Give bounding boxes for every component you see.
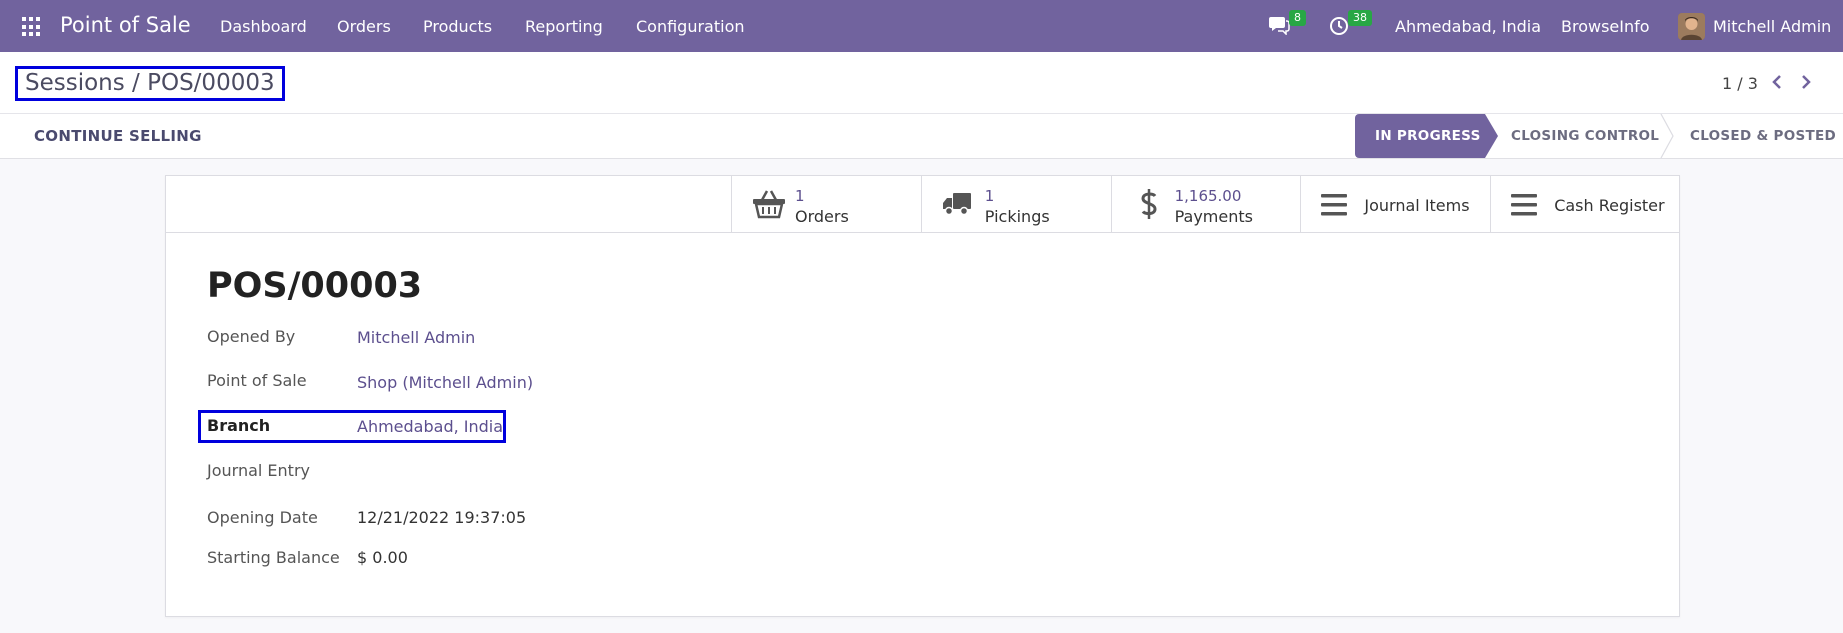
pickings-smart-button[interactable]: 1 Pickings [920,175,1111,233]
continue-selling-button[interactable]: CONTINUE SELLING [34,127,202,145]
stage-in-progress[interactable]: IN PROGRESS [1355,114,1498,158]
divider [165,232,731,233]
orders-label: Orders [795,207,849,226]
payments-smart-button[interactable]: 1,165.00 Payments [1110,175,1301,233]
cash-register-smart-button[interactable]: Cash Register [1490,175,1680,233]
opening-date-label: Opening Date [207,508,318,527]
dollar-icon [1140,188,1158,224]
cash-register-label: Cash Register [1554,196,1665,215]
opening-date-value: 12/21/2022 19:37:05 [357,508,527,527]
journal-items-label: Journal Items [1364,196,1470,215]
menu-products[interactable]: Products [423,17,492,36]
truck-icon [942,191,972,221]
record-title: POS/00003 [207,266,423,306]
basket-icon [752,189,786,223]
company-switcher[interactable]: BrowseInfo [1561,17,1650,36]
menu-configuration[interactable]: Configuration [636,17,745,36]
top-navbar: Point of Sale Dashboard Orders Products … [0,0,1843,52]
branch-label: Branch [207,416,271,435]
menu-dashboard[interactable]: Dashboard [220,17,307,36]
opened-by-value[interactable]: Mitchell Admin [357,328,475,347]
stage-closing-control[interactable]: CLOSING CONTROL [1511,114,1659,158]
point-of-sale-value[interactable]: Shop (Mitchell Admin) [357,373,533,392]
messages-badge: 8 [1289,10,1306,26]
pager-previous-button[interactable] [1771,73,1783,96]
smart-button-box: 1 Orders 1 Pickings 1,165.00 Payments Jo… [731,175,1680,233]
menu-reporting[interactable]: Reporting [525,17,603,36]
pager-counter[interactable]: 1 / 3 [1722,74,1758,93]
pickings-count: 1 [984,187,995,205]
activities-clock-icon[interactable] [1329,16,1349,40]
payments-label: Payments [1174,207,1253,226]
payments-amount: 1,165.00 [1174,187,1242,205]
starting-balance-label: Starting Balance [207,548,340,567]
journal-items-smart-button[interactable]: Journal Items [1300,175,1490,233]
opened-by-label: Opened By [207,327,296,346]
journal-entry-label: Journal Entry [207,461,310,480]
stage-closed-posted[interactable]: CLOSED & POSTED [1690,114,1836,158]
list-icon [1321,194,1348,220]
starting-balance-value: $ 0.00 [357,548,408,567]
stage-separator [1660,114,1674,158]
user-menu[interactable]: Mitchell Admin [1713,17,1831,36]
orders-count: 1 [795,187,805,205]
activities-badge: 38 [1348,10,1372,26]
messages-icon[interactable] [1268,15,1290,39]
list-icon [1511,194,1538,220]
point-of-sale-label: Point of Sale [207,371,307,390]
apps-menu-icon[interactable] [22,17,42,37]
pickings-label: Pickings [984,207,1050,226]
menu-orders[interactable]: Orders [337,17,391,36]
app-title[interactable]: Point of Sale [60,13,191,37]
pager-next-button[interactable] [1800,73,1812,96]
breadcrumb[interactable]: Sessions / POS/00003 [15,66,285,101]
orders-smart-button[interactable]: 1 Orders [731,175,921,233]
branch-switcher[interactable]: Ahmedabad, India [1395,17,1541,36]
branch-value[interactable]: Ahmedabad, India [357,417,503,436]
user-avatar[interactable] [1678,13,1705,40]
